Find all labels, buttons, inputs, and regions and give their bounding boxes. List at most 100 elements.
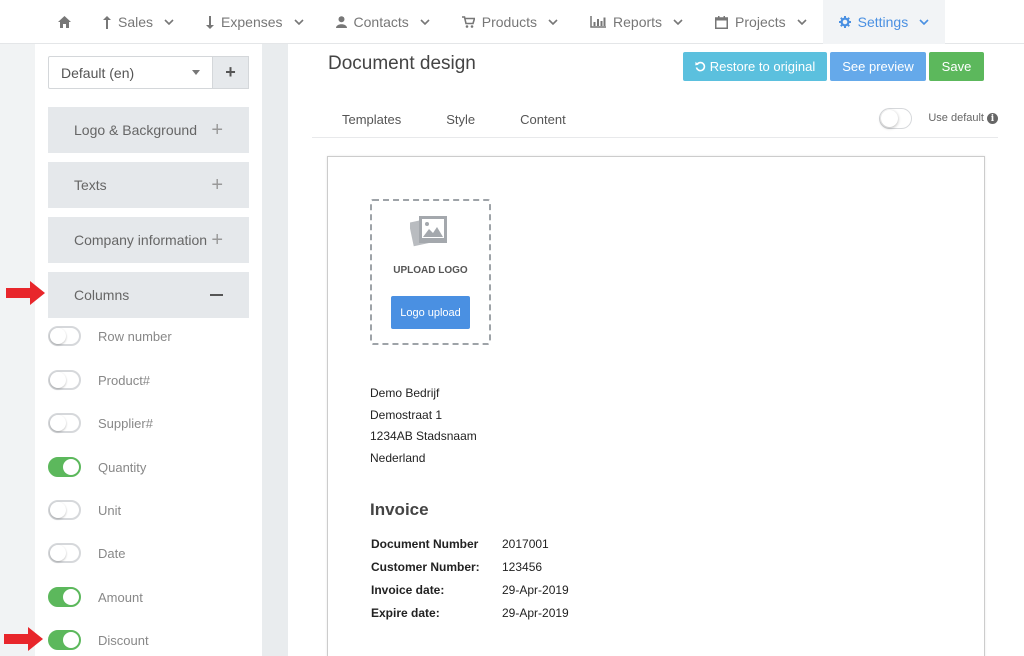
use-default-toggle[interactable] (879, 107, 913, 129)
section-columns[interactable]: Columns (48, 272, 249, 318)
user-icon (335, 16, 347, 28)
plus-icon: + (211, 228, 223, 251)
company-line: Demo Bedrijf (370, 386, 440, 400)
nav-settings-label: Settings (857, 14, 909, 30)
see-preview-button[interactable]: See preview (830, 52, 926, 81)
cart-icon (461, 16, 475, 28)
toggle-discount[interactable] (48, 630, 81, 650)
company-line: 1234AB Stadsnaam (370, 429, 477, 443)
nav-projects-label: Projects (735, 14, 786, 30)
arrow-down-icon (206, 15, 215, 29)
column-toggle-row: Supplier# (48, 413, 153, 433)
toggle-row-number[interactable] (48, 326, 81, 346)
toggle-amount[interactable] (48, 587, 81, 607)
nav-products-label: Products (481, 14, 538, 30)
chevron-down-icon (548, 19, 558, 25)
add-language-button[interactable]: + (213, 56, 249, 89)
invoice-field-key: Customer Number: (371, 560, 480, 575)
nav-contacts-label: Contacts (353, 14, 409, 30)
top-navigation: Sales Expenses Contacts Products Reports… (0, 0, 1024, 44)
info-icon[interactable]: i (987, 113, 998, 125)
logo-upload-area[interactable]: UPLOAD LOGO Logo upload (370, 199, 491, 345)
column-toggle-label: Date (98, 545, 126, 561)
nav-contacts[interactable]: Contacts (320, 0, 446, 44)
nav-settings[interactable]: Settings (822, 0, 946, 44)
toggle-supplier-number[interactable] (48, 413, 81, 433)
nav-expenses[interactable]: Expenses (190, 0, 319, 44)
column-toggle-label: Row number (98, 328, 172, 344)
invoice-field-value: 29-Apr-2019 (502, 582, 569, 597)
section-logo-background[interactable]: Logo & Background + (48, 107, 249, 153)
language-select[interactable]: Default (en) (48, 56, 213, 89)
use-default-control: Use default i (879, 102, 998, 134)
nav-reports-label: Reports (613, 14, 663, 30)
company-line: Demostraat 1 (370, 407, 443, 422)
design-tabs: Templates Style Content Use default i (312, 102, 998, 138)
column-toggle-row: Quantity (48, 457, 146, 477)
column-toggle-row: Row number (48, 326, 172, 346)
invoice-field-value: 29-Apr-2019 (502, 605, 569, 620)
upload-logo-label: UPLOAD LOGO (393, 265, 468, 276)
nav-sales[interactable]: Sales (87, 0, 190, 44)
tab-style[interactable]: Style (416, 112, 490, 127)
nav-reports[interactable]: Reports (574, 0, 699, 44)
document-preview: UPLOAD LOGO Logo upload Demo Bedrijf Dem… (327, 156, 985, 656)
invoice-field-key: Document Number (371, 537, 479, 552)
language-select-value: Default (en) (61, 64, 135, 81)
column-toggle-row: Date (48, 543, 125, 563)
tab-templates[interactable]: Templates (312, 112, 416, 127)
company-address: Demo Bedrijf Demostraat 1 1234AB Stadsna… (370, 383, 477, 469)
column-toggle-row: Discount (48, 630, 149, 650)
column-toggle-label: Unit (98, 502, 122, 518)
section-label: Company information (74, 232, 208, 248)
invoice-field-value: 2017001 (502, 537, 549, 552)
column-toggle-label: Supplier# (98, 415, 153, 431)
invoice-field-row: Document Number 2017001 (371, 533, 569, 556)
nav-products[interactable]: Products (446, 0, 574, 44)
restore-label: Restore to original (709, 59, 816, 74)
plus-icon: + (211, 173, 223, 196)
section-label: Columns (74, 287, 130, 303)
invoice-fields: Document Number 2017001 Customer Number:… (371, 533, 569, 624)
logo-upload-button[interactable]: Logo upload (391, 296, 470, 329)
invoice-field-key: Expire date: (371, 605, 440, 620)
main-content: Document design Restore to original See … (288, 44, 1024, 656)
column-toggle-label: Discount (98, 632, 149, 648)
gear-icon (838, 16, 851, 28)
minus-icon (210, 294, 223, 296)
toggle-unit[interactable] (48, 500, 81, 520)
calendar-icon (715, 15, 729, 29)
column-toggle-label: Quantity (98, 459, 147, 475)
image-placeholder-icon (410, 216, 447, 247)
save-button[interactable]: Save (929, 52, 984, 81)
tab-content[interactable]: Content (490, 112, 581, 127)
left-gutter (0, 44, 35, 656)
invoice-field-row: Invoice date: 29-Apr-2019 (371, 579, 569, 602)
red-arrow-icon (6, 281, 45, 305)
toggle-product-number[interactable] (48, 370, 81, 390)
invoice-field-row: Expire date: 29-Apr-2019 (371, 601, 569, 624)
settings-sidebar: Default (en) + Logo & Background + Texts… (35, 44, 262, 656)
undo-icon (695, 61, 705, 72)
section-texts[interactable]: Texts + (48, 162, 249, 208)
chevron-down-icon (420, 19, 430, 25)
nav-expenses-label: Expenses (221, 14, 283, 30)
toggle-quantity[interactable] (48, 457, 81, 477)
toggle-date[interactable] (48, 543, 81, 563)
restore-to-original-button[interactable]: Restore to original (683, 52, 827, 81)
chevron-down-icon (919, 19, 929, 25)
section-label: Texts (74, 177, 107, 193)
column-toggle-label: Amount (98, 589, 143, 605)
nav-projects[interactable]: Projects (699, 0, 823, 44)
column-toggle-row: Product# (48, 370, 150, 390)
bar-chart-icon (590, 16, 607, 28)
plus-icon: + (211, 118, 223, 141)
column-toggle-row: Unit (48, 500, 121, 520)
invoice-field-row: Customer Number: 123456 (371, 556, 569, 579)
home-icon (58, 16, 71, 28)
column-toggle-row: Amount (48, 587, 143, 607)
chevron-down-icon (797, 19, 807, 25)
section-company-information[interactable]: Company information + (48, 217, 249, 263)
sidebar-divider (262, 44, 288, 656)
nav-home[interactable] (42, 0, 87, 44)
